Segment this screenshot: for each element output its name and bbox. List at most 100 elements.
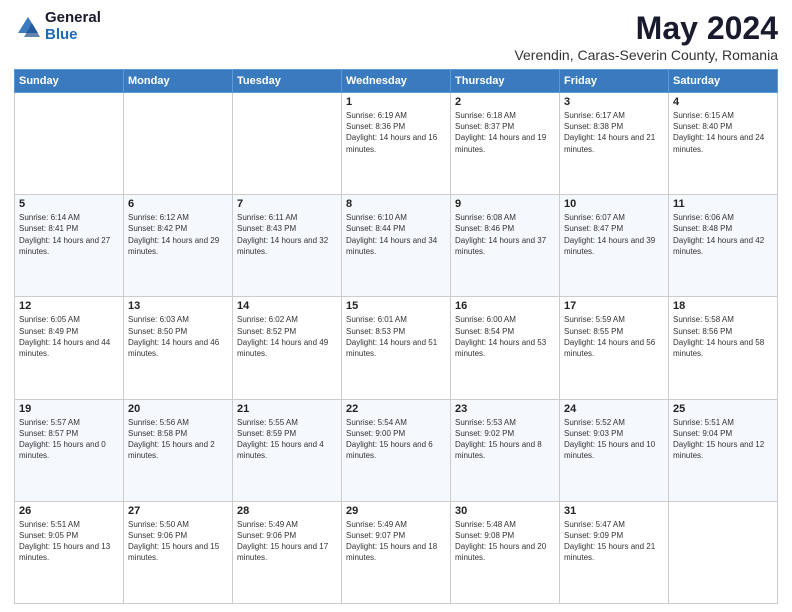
calendar-week-1: 1 Sunrise: 6:19 AM Sunset: 8:36 PM Daylig…: [15, 93, 778, 195]
col-monday: Monday: [124, 70, 233, 93]
day-number: 11: [673, 198, 773, 210]
day-number: 24: [564, 403, 664, 415]
calendar-cell: 6Sunrise: 6:12 AM Sunset: 8:42 PM Daylig…: [124, 195, 233, 297]
day-info: Sunrise: 6:14 AM Sunset: 8:41 PM Dayligh…: [19, 212, 119, 257]
day-number: 21: [237, 403, 337, 415]
day-number: 31: [564, 505, 664, 517]
day-number: 10: [564, 198, 664, 210]
day-info: Sunrise: 5:51 AM Sunset: 9:04 PM Dayligh…: [673, 417, 773, 462]
day-info: Sunrise: 6:10 AM Sunset: 8:44 PM Dayligh…: [346, 212, 446, 257]
day-info: Sunrise: 5:54 AM Sunset: 9:00 PM Dayligh…: [346, 417, 446, 462]
calendar-cell: 28 Sunrise: 5:49 AM Sunset: 9:06 PM Dayli…: [233, 501, 342, 603]
day-info: Sunrise: 5:57 AM Sunset: 8:57 PM Dayligh…: [19, 417, 119, 462]
calendar-cell: 21 Sunrise: 5:55 AM Sunset: 8:59 PM Dayli…: [233, 399, 342, 501]
subtitle: Verendin, Caras-Severin County, Romania: [514, 47, 778, 63]
day-info: Sunrise: 6:01 AM Sunset: 8:53 PM Dayligh…: [346, 314, 446, 359]
calendar-cell: 15 Sunrise: 6:01 AM Sunset: 8:53 PM Dayli…: [342, 297, 451, 399]
day-info: Sunrise: 5:59 AM Sunset: 8:55 PM Dayligh…: [564, 314, 664, 359]
day-info: Sunrise: 5:49 AM Sunset: 9:07 PM Dayligh…: [346, 519, 446, 564]
day-number: 26: [19, 505, 119, 517]
day-number: 5: [19, 198, 119, 210]
day-number: 4: [673, 96, 773, 108]
calendar-cell: 12Sunrise: 6:05 AM Sunset: 8:49 PM Dayli…: [15, 297, 124, 399]
day-number: 2: [455, 96, 555, 108]
calendar-cell: 25Sunrise: 5:51 AM Sunset: 9:04 PM Dayli…: [669, 399, 778, 501]
col-saturday: Saturday: [669, 70, 778, 93]
calendar-cell: 5 Sunrise: 6:14 AM Sunset: 8:41 PM Daylig…: [15, 195, 124, 297]
col-wednesday: Wednesday: [342, 70, 451, 93]
day-number: 14: [237, 300, 337, 312]
day-number: 16: [455, 300, 555, 312]
day-number: 28: [237, 505, 337, 517]
logo-text: General Blue: [45, 10, 101, 43]
day-info: Sunrise: 5:56 AM Sunset: 8:58 PM Dayligh…: [128, 417, 228, 462]
day-info: Sunrise: 6:17 AM Sunset: 8:38 PM Dayligh…: [564, 110, 664, 155]
calendar-cell: 30 Sunrise: 5:48 AM Sunset: 9:08 PM Dayli…: [451, 501, 560, 603]
calendar-week-3: 12Sunrise: 6:05 AM Sunset: 8:49 PM Dayli…: [15, 297, 778, 399]
day-info: Sunrise: 6:07 AM Sunset: 8:47 PM Dayligh…: [564, 212, 664, 257]
logo-blue: Blue: [45, 27, 101, 44]
header: General Blue May 2024 Verendin, Caras-Se…: [14, 10, 778, 63]
day-number: 15: [346, 300, 446, 312]
calendar-cell: 17Sunrise: 5:59 AM Sunset: 8:55 PM Dayli…: [560, 297, 669, 399]
day-info: Sunrise: 6:03 AM Sunset: 8:50 PM Dayligh…: [128, 314, 228, 359]
day-info: Sunrise: 6:06 AM Sunset: 8:48 PM Dayligh…: [673, 212, 773, 257]
day-info: Sunrise: 5:51 AM Sunset: 9:05 PM Dayligh…: [19, 519, 119, 564]
logo-icon: [14, 13, 42, 41]
calendar-table: Sunday Monday Tuesday Wednesday Thursday…: [14, 69, 778, 604]
day-number: 23: [455, 403, 555, 415]
calendar-cell: 2 Sunrise: 6:18 AM Sunset: 8:37 PM Daylig…: [451, 93, 560, 195]
calendar-cell: 23 Sunrise: 5:53 AM Sunset: 9:02 PM Dayli…: [451, 399, 560, 501]
calendar-cell: [15, 93, 124, 195]
page: General Blue May 2024 Verendin, Caras-Se…: [0, 0, 792, 612]
day-number: 19: [19, 403, 119, 415]
col-sunday: Sunday: [15, 70, 124, 93]
calendar-cell: 1 Sunrise: 6:19 AM Sunset: 8:36 PM Daylig…: [342, 93, 451, 195]
day-number: 18: [673, 300, 773, 312]
calendar-cell: 13Sunrise: 6:03 AM Sunset: 8:50 PM Dayli…: [124, 297, 233, 399]
day-info: Sunrise: 6:15 AM Sunset: 8:40 PM Dayligh…: [673, 110, 773, 155]
calendar-cell: 20 Sunrise: 5:56 AM Sunset: 8:58 PM Dayli…: [124, 399, 233, 501]
day-number: 1: [346, 96, 446, 108]
day-number: 9: [455, 198, 555, 210]
calendar-cell: 14Sunrise: 6:02 AM Sunset: 8:52 PM Dayli…: [233, 297, 342, 399]
calendar-cell: 18Sunrise: 5:58 AM Sunset: 8:56 PM Dayli…: [669, 297, 778, 399]
day-info: Sunrise: 5:55 AM Sunset: 8:59 PM Dayligh…: [237, 417, 337, 462]
day-info: Sunrise: 5:49 AM Sunset: 9:06 PM Dayligh…: [237, 519, 337, 564]
day-info: Sunrise: 5:48 AM Sunset: 9:08 PM Dayligh…: [455, 519, 555, 564]
logo-general: General: [45, 10, 101, 27]
day-number: 27: [128, 505, 228, 517]
day-info: Sunrise: 6:18 AM Sunset: 8:37 PM Dayligh…: [455, 110, 555, 155]
day-info: Sunrise: 5:47 AM Sunset: 9:09 PM Dayligh…: [564, 519, 664, 564]
day-info: Sunrise: 6:08 AM Sunset: 8:46 PM Dayligh…: [455, 212, 555, 257]
day-number: 20: [128, 403, 228, 415]
calendar-cell: 26 Sunrise: 5:51 AM Sunset: 9:05 PM Dayli…: [15, 501, 124, 603]
day-info: Sunrise: 6:12 AM Sunset: 8:42 PM Dayligh…: [128, 212, 228, 257]
calendar-week-5: 26 Sunrise: 5:51 AM Sunset: 9:05 PM Dayli…: [15, 501, 778, 603]
calendar-cell: [669, 501, 778, 603]
calendar-cell: 24 Sunrise: 5:52 AM Sunset: 9:03 PM Dayli…: [560, 399, 669, 501]
day-number: 22: [346, 403, 446, 415]
col-friday: Friday: [560, 70, 669, 93]
calendar-week-4: 19 Sunrise: 5:57 AM Sunset: 8:57 PM Dayli…: [15, 399, 778, 501]
calendar-cell: 29 Sunrise: 5:49 AM Sunset: 9:07 PM Dayli…: [342, 501, 451, 603]
calendar-cell: 4 Sunrise: 6:15 AM Sunset: 8:40 PM Daylig…: [669, 93, 778, 195]
calendar-cell: 10 Sunrise: 6:07 AM Sunset: 8:47 PM Dayli…: [560, 195, 669, 297]
day-info: Sunrise: 6:19 AM Sunset: 8:36 PM Dayligh…: [346, 110, 446, 155]
calendar-cell: 27 Sunrise: 5:50 AM Sunset: 9:06 PM Dayli…: [124, 501, 233, 603]
calendar-cell: 3Sunrise: 6:17 AM Sunset: 8:38 PM Daylig…: [560, 93, 669, 195]
calendar-cell: 16 Sunrise: 6:00 AM Sunset: 8:54 PM Dayli…: [451, 297, 560, 399]
calendar-cell: 19 Sunrise: 5:57 AM Sunset: 8:57 PM Dayli…: [15, 399, 124, 501]
calendar-cell: 31 Sunrise: 5:47 AM Sunset: 9:09 PM Dayli…: [560, 501, 669, 603]
main-title: May 2024: [514, 10, 778, 47]
logo: General Blue: [14, 10, 101, 43]
calendar-cell: 7Sunrise: 6:11 AM Sunset: 8:43 PM Daylig…: [233, 195, 342, 297]
day-info: Sunrise: 5:52 AM Sunset: 9:03 PM Dayligh…: [564, 417, 664, 462]
day-info: Sunrise: 5:50 AM Sunset: 9:06 PM Dayligh…: [128, 519, 228, 564]
calendar-cell: 9 Sunrise: 6:08 AM Sunset: 8:46 PM Daylig…: [451, 195, 560, 297]
day-number: 29: [346, 505, 446, 517]
day-info: Sunrise: 6:00 AM Sunset: 8:54 PM Dayligh…: [455, 314, 555, 359]
day-number: 12: [19, 300, 119, 312]
day-info: Sunrise: 5:53 AM Sunset: 9:02 PM Dayligh…: [455, 417, 555, 462]
day-number: 30: [455, 505, 555, 517]
